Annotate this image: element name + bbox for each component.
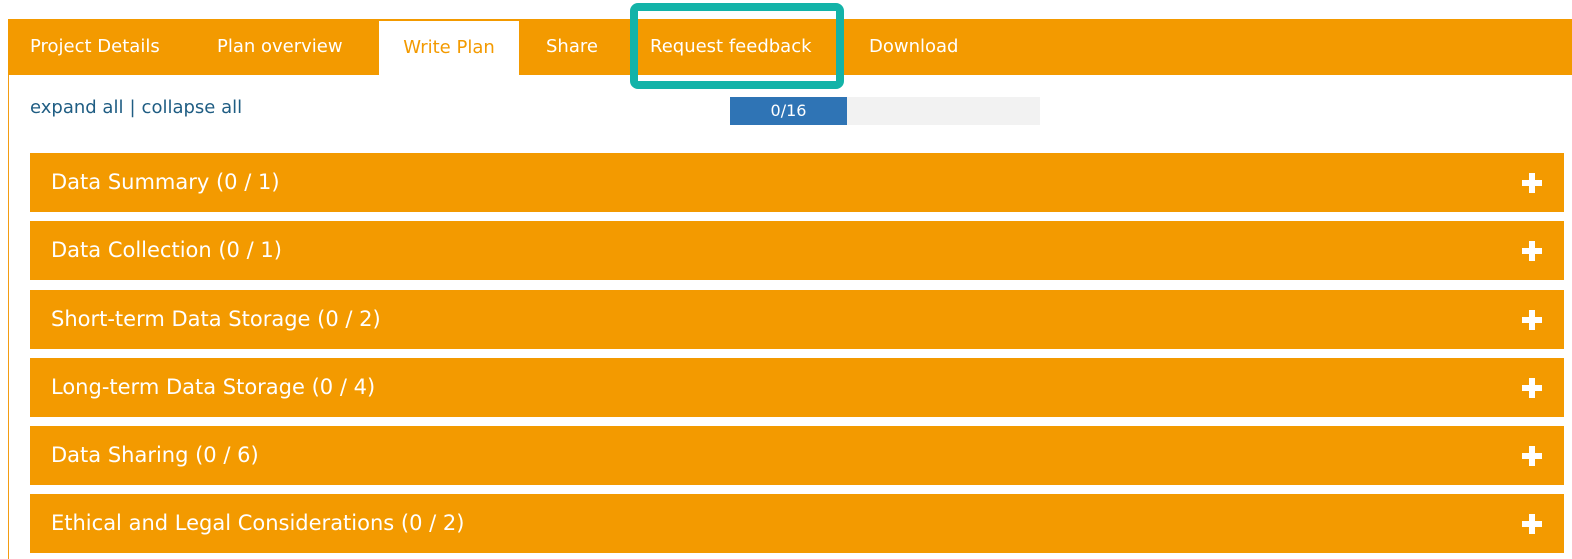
section-data-summary[interactable]: Data Summary (0 / 1) bbox=[30, 153, 1564, 212]
section-data-sharing[interactable]: Data Sharing (0 / 6) bbox=[30, 426, 1564, 485]
tab-project-details[interactable]: Project Details bbox=[30, 19, 160, 75]
section-title: Long-term Data Storage (0 / 4) bbox=[51, 375, 376, 399]
plus-icon[interactable] bbox=[1522, 173, 1542, 193]
plus-icon[interactable] bbox=[1522, 378, 1542, 398]
tab-write-plan[interactable]: Write Plan bbox=[379, 21, 519, 77]
plus-icon[interactable] bbox=[1522, 514, 1542, 534]
controls-separator: | bbox=[129, 97, 136, 118]
plan-page: Project Details Plan overview Write Plan… bbox=[0, 0, 1572, 559]
section-short-term-data-storage[interactable]: Short-term Data Storage (0 / 2) bbox=[30, 290, 1564, 349]
tab-download[interactable]: Download bbox=[869, 19, 958, 75]
tab-request-feedback[interactable]: Request feedback bbox=[650, 19, 812, 75]
tab-plan-overview[interactable]: Plan overview bbox=[217, 19, 343, 75]
section-data-collection[interactable]: Data Collection (0 / 1) bbox=[30, 221, 1564, 280]
section-ethical-and-legal-considerations[interactable]: Ethical and Legal Considerations (0 / 2) bbox=[30, 494, 1564, 553]
section-title: Ethical and Legal Considerations (0 / 2) bbox=[51, 511, 465, 535]
progress-bar: 0/16 bbox=[730, 97, 1040, 125]
tab-bar: Project Details Plan overview Write Plan… bbox=[8, 19, 1572, 77]
section-title: Data Summary (0 / 1) bbox=[51, 170, 280, 194]
tab-share[interactable]: Share bbox=[546, 19, 598, 75]
plus-icon[interactable] bbox=[1522, 310, 1542, 330]
section-long-term-data-storage[interactable]: Long-term Data Storage (0 / 4) bbox=[30, 358, 1564, 417]
expand-all-link[interactable]: expand all bbox=[30, 97, 123, 118]
section-title: Data Sharing (0 / 6) bbox=[51, 443, 259, 467]
plus-icon[interactable] bbox=[1522, 241, 1542, 261]
progress-label: 0/16 bbox=[770, 101, 807, 120]
plus-icon[interactable] bbox=[1522, 446, 1542, 466]
expand-collapse-controls: expand all | collapse all bbox=[30, 97, 242, 118]
collapse-all-link[interactable]: collapse all bbox=[142, 97, 243, 118]
section-title: Data Collection (0 / 1) bbox=[51, 238, 282, 262]
content-left-border bbox=[8, 75, 9, 559]
section-title: Short-term Data Storage (0 / 2) bbox=[51, 307, 381, 331]
